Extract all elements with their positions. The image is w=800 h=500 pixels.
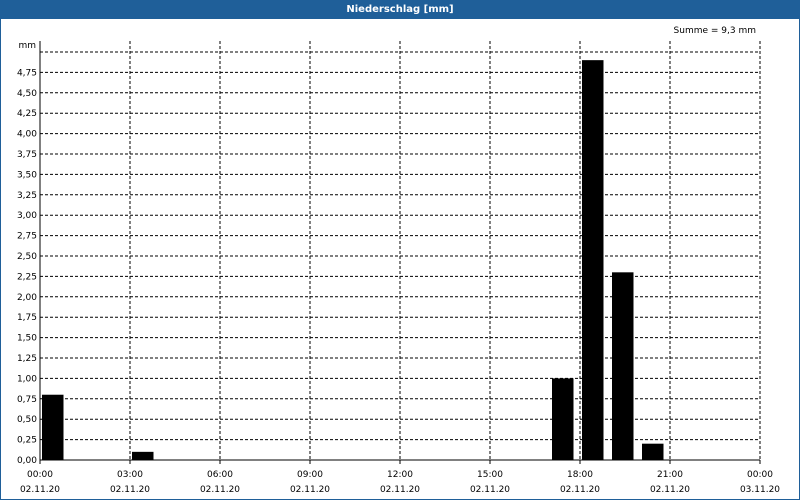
y-tick-label: 2,75	[17, 232, 37, 242]
y-tick-label: 3,00	[17, 211, 37, 221]
y-tick-label: 2,25	[17, 272, 37, 282]
x-tick-label-time: 00:00	[747, 470, 773, 480]
precipitation-bar	[642, 443, 664, 460]
y-tick-label: 1,25	[17, 354, 37, 364]
x-tick-label-date: 02.11.20	[650, 485, 690, 495]
x-tick-label-date: 02.11.20	[470, 485, 510, 495]
x-tick-label-date: 02.11.20	[290, 485, 330, 495]
precipitation-bar	[552, 378, 574, 460]
y-axis-label: mm	[18, 41, 36, 51]
y-tick-label: 4,75	[17, 68, 37, 78]
x-tick-label-date: 02.11.20	[200, 485, 240, 495]
x-tick-label-time: 09:00	[297, 470, 323, 480]
y-tick-label: 4,00	[17, 130, 37, 140]
precipitation-bar-chart: 0,00 0,25 0,50 0,75 1,00 1,25 1,50 1,75 2,00 2,25…	[17, 41, 780, 495]
x-tick-label-date: 02.11.20	[560, 485, 600, 495]
y-tick-label: 1,75	[17, 313, 37, 323]
precipitation-bar	[612, 272, 634, 460]
precipitation-bar	[42, 394, 64, 460]
y-tick-label: 1,00	[17, 374, 37, 384]
x-tick-label-date: 02.11.20	[20, 485, 60, 495]
x-tick-label-time: 18:00	[567, 470, 593, 480]
y-tick-label: 3,50	[17, 170, 37, 180]
precipitation-bar	[582, 60, 604, 460]
x-tick-label-time: 00:00	[27, 470, 53, 480]
y-tick-label: 2,50	[17, 252, 37, 262]
y-tick-label: 4,50	[17, 89, 37, 99]
y-tick-label: 1,50	[17, 334, 37, 344]
x-tick-label-date: 02.11.20	[110, 485, 150, 495]
y-tick-label: 0,00	[17, 456, 37, 466]
x-tick-label-time: 15:00	[477, 470, 503, 480]
x-tick-label-date: 03.11.20	[740, 485, 780, 495]
x-tick-label-time: 21:00	[657, 470, 683, 480]
x-tick-label-date: 02.11.20	[380, 485, 420, 495]
y-tick-label: 2,00	[17, 293, 37, 303]
precipitation-bar	[132, 451, 154, 460]
y-tick-label: 0,50	[17, 415, 37, 425]
x-tick-label-time: 03:00	[117, 470, 143, 480]
x-tick-label-time: 12:00	[387, 470, 413, 480]
y-tick-label: 0,25	[17, 436, 37, 446]
x-tick-label-time: 06:00	[207, 470, 233, 480]
y-tick-label: 3,25	[17, 191, 37, 201]
y-tick-label: 0,75	[17, 395, 37, 405]
y-tick-label: 4,25	[17, 109, 37, 119]
y-tick-label: 3,75	[17, 150, 37, 160]
